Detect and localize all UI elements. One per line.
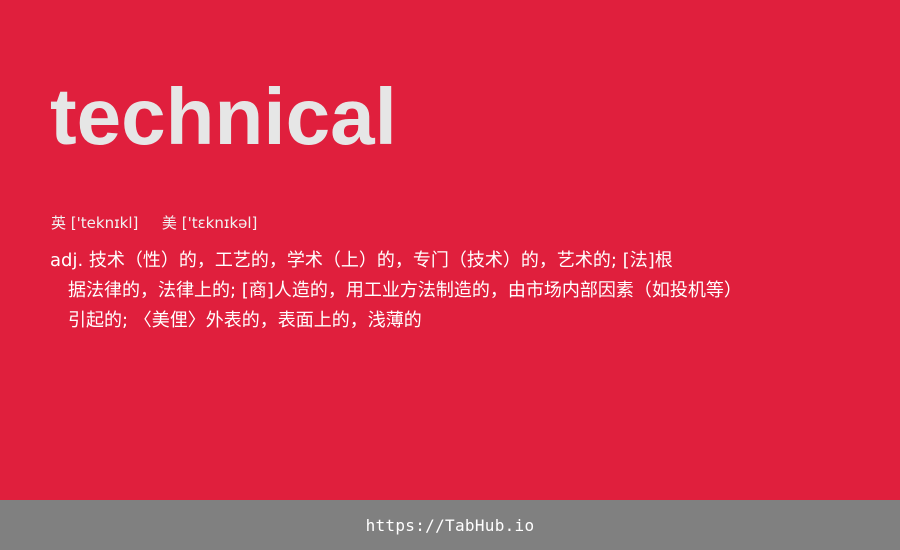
us-label: 美 [161, 214, 177, 232]
headword: technical [50, 72, 397, 161]
definition-line-1: adj. 技术（性）的，工艺的，学术（上）的，专门（技术）的，艺术的; [法]根 [50, 250, 673, 271]
uk-phonetic: ['teknɪkl] [70, 214, 139, 232]
footer-bar: https://TabHub.io [0, 500, 900, 550]
definition-line-2: 据法律的，法律上的; [商]人造的，用工业方法制造的，由市场内部因素（如投机等） [68, 280, 742, 301]
pronunciations: 英 ['teknɪkl] 美 ['tɛknɪkəl] [51, 213, 257, 233]
tabhub-link[interactable]: https://TabHub.io [366, 516, 535, 535]
definition-line-3: 引起的; 〈美俚〉外表的，表面上的，浅薄的 [68, 310, 422, 331]
uk-label: 英 [51, 214, 67, 232]
us-phonetic: ['tɛknɪkəl] [181, 214, 258, 232]
word-card: technical 英 ['teknɪkl] 美 ['tɛknɪkəl] adj… [0, 0, 900, 500]
definition: adj. 技术（性）的，工艺的，学术（上）的，专门（技术）的，艺术的; [法]根… [50, 246, 830, 336]
